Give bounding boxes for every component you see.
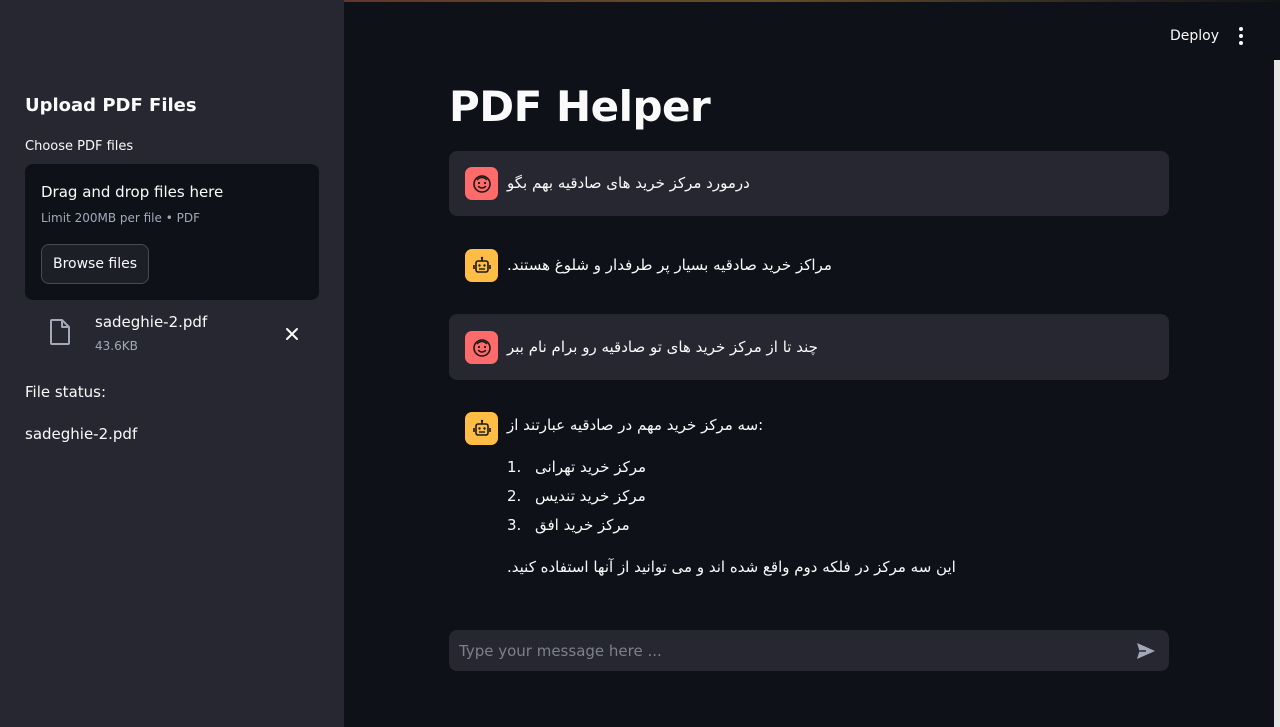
dropzone-limit-text: Limit 200MB per file • PDF: [41, 211, 200, 225]
message-text: سه مرکز خرید مهم در صادقیه عبارتند از:: [507, 416, 764, 434]
send-icon[interactable]: [1135, 640, 1157, 662]
dropzone-title: Drag and drop files here: [41, 183, 224, 201]
list-number: 2.: [507, 487, 522, 505]
message-footer-text: .این سه مرکز در فلکه دوم واقع شده اند و …: [507, 558, 956, 576]
chat-message-user: درمورد مرکز خرید های صادقیه بهم بگو: [449, 151, 1169, 216]
file-size: 43.6KB: [95, 339, 138, 353]
scrollbar[interactable]: [1274, 60, 1280, 727]
list-text: مرکز خرید افق: [535, 516, 630, 534]
list-text: مرکز خرید تندیس: [535, 487, 646, 505]
file-icon: [49, 319, 71, 345]
file-status-value: sadeghie-2.pdf: [25, 425, 138, 443]
smiley-face-icon: [465, 167, 498, 200]
deploy-button[interactable]: Deploy: [1162, 24, 1227, 48]
message-text: درمورد مرکز خرید های صادقیه بهم بگو: [507, 174, 750, 192]
uploaded-file-item: sadeghie-2.pdf 43.6KB: [25, 310, 319, 360]
uploader-label: Choose PDF files: [25, 139, 134, 154]
list-text: مرکز خرید تهرانی: [535, 458, 647, 476]
robot-icon: [465, 412, 498, 445]
chat-message-user: چند تا از مرکز خرید های تو صادقیه رو برا…: [449, 314, 1169, 380]
chat-message-assistant: سه مرکز خرید مهم در صادقیه عبارتند از: 1…: [449, 396, 1169, 596]
page-title: PDF Helper: [449, 82, 711, 131]
message-text: چند تا از مرکز خرید های تو صادقیه رو برا…: [507, 338, 818, 356]
chat-input[interactable]: [449, 630, 1109, 671]
file-status-label: File status:: [25, 383, 107, 401]
vertical-dots-icon[interactable]: [1231, 24, 1251, 48]
smiley-face-icon: [465, 331, 498, 364]
list-number: 1.: [507, 458, 522, 476]
chat-message-assistant: .مراکز خرید صادقیه بسیار پر طرفدار و شلو…: [449, 232, 1169, 297]
robot-icon: [465, 249, 498, 282]
close-icon[interactable]: [281, 323, 303, 345]
sidebar-title: Upload PDF Files: [25, 95, 197, 116]
chat-input-container: [449, 630, 1169, 671]
sidebar: Upload PDF Files Choose PDF files Drag a…: [0, 0, 344, 727]
file-name: sadeghie-2.pdf: [95, 313, 208, 331]
list-number: 3.: [507, 516, 522, 534]
message-text: .مراکز خرید صادقیه بسیار پر طرفدار و شلو…: [507, 256, 832, 274]
browse-files-button[interactable]: Browse files: [41, 244, 149, 284]
file-dropzone[interactable]: Drag and drop files here Limit 200MB per…: [25, 164, 319, 300]
app-root: Upload PDF Files Choose PDF files Drag a…: [0, 0, 1280, 727]
